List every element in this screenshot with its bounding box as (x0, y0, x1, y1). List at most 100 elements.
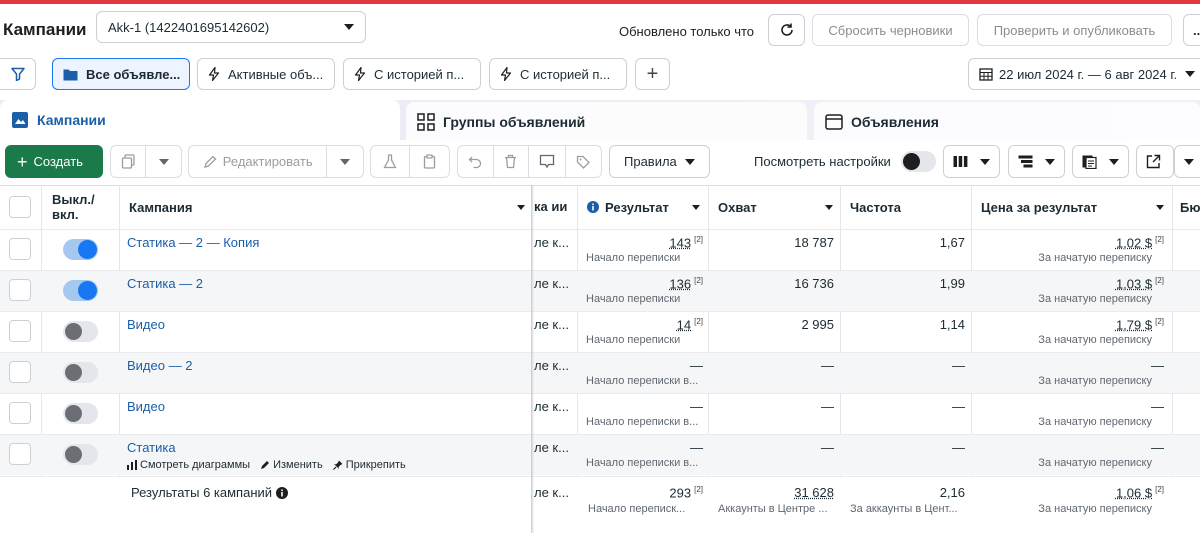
columns-button[interactable] (943, 145, 1000, 178)
date-range-picker[interactable]: 22 июл 2024 г. — 6 авг 2024 г. (968, 58, 1200, 90)
frequency-value: — (952, 358, 965, 373)
tab-adsets[interactable]: Группы объявлений (406, 102, 807, 142)
campaign-toggle[interactable] (63, 321, 98, 342)
test-group (370, 145, 450, 178)
date-range-label: 22 июл 2024 г. — 6 авг 2024 г. (999, 66, 1178, 82)
view-tab-active-ads[interactable]: Активные объ... (197, 58, 335, 90)
chevron-down-icon (158, 158, 169, 165)
cost-value: — (1151, 358, 1164, 373)
chevron-down-icon (1045, 158, 1055, 165)
cut-column-text: ле к... (534, 317, 569, 332)
tab-ads[interactable]: Объявления (814, 102, 1200, 142)
clipboard-button[interactable] (410, 146, 449, 177)
summary-result-value: 293 (669, 485, 692, 501)
result-type: Начало переписки в... (586, 375, 699, 387)
campaign-name-link[interactable]: Статика — 2 — Копия (127, 235, 259, 250)
result-value: — (690, 399, 703, 414)
tag-button[interactable] (566, 146, 602, 177)
campaign-name-link[interactable]: Видео — 2 (127, 358, 192, 373)
result-cell: 143 [2] (587, 235, 703, 250)
campaign-toggle[interactable] (63, 280, 98, 301)
edit-link[interactable]: Изменить (260, 459, 323, 471)
column-header-frequency[interactable]: Частота (850, 186, 965, 228)
frozen-column-shadow (531, 185, 534, 533)
more-button[interactable]: ... (1183, 14, 1200, 46)
delete-button[interactable] (494, 146, 529, 177)
campaign-toggle[interactable] (63, 362, 98, 383)
view-tab-all-ads[interactable]: Все объявле... (52, 58, 190, 90)
duplicate-button[interactable] (111, 146, 147, 177)
select-all-checkbox[interactable] (9, 196, 31, 218)
campaign-toggle[interactable] (63, 239, 98, 260)
account-select[interactable]: Akk-1 (1422401695142602) (96, 11, 366, 43)
toggle-knob (65, 405, 82, 422)
cut-column-text: ле к... (534, 399, 569, 414)
create-button[interactable]: + Создать (5, 145, 103, 178)
summary-result: 293 [2] (587, 485, 703, 500)
view-settings-toggle[interactable] (901, 151, 936, 172)
cost-type: За начатую переписку (1038, 416, 1152, 428)
view-tab-history-1[interactable]: С историей п... (343, 58, 481, 90)
filter-button[interactable] (0, 58, 36, 90)
row-checkbox[interactable] (9, 320, 31, 342)
reports-button[interactable] (1072, 145, 1129, 178)
add-view-button[interactable]: + (635, 58, 670, 90)
preview-button[interactable] (529, 146, 566, 177)
column-header-budget[interactable]: Бюд (1180, 186, 1200, 228)
pin-link[interactable]: Прикрепить (332, 459, 406, 471)
row-checkbox[interactable] (9, 279, 31, 301)
column-header-cut[interactable]: ка ии (534, 186, 574, 228)
summary-cut-text: ле к... (534, 485, 569, 500)
row-checkbox[interactable] (9, 238, 31, 260)
reset-drafts-button[interactable]: Сбросить черновики (812, 14, 969, 46)
result-cell: 136 [2] (587, 276, 703, 291)
cost-cell: — (981, 440, 1164, 455)
export-button[interactable] (1136, 145, 1174, 178)
column-header-cost[interactable]: Цена за результат (981, 186, 1164, 228)
row-checkbox[interactable] (9, 402, 31, 424)
result-cell: — (587, 399, 703, 414)
view-tab-history-2[interactable]: С историей п... (489, 58, 627, 90)
review-publish-button[interactable]: Проверить и опубликовать (977, 14, 1172, 46)
row-checkbox[interactable] (9, 361, 31, 383)
edit-menu-button[interactable] (327, 146, 363, 177)
edit-group: Редактировать (188, 145, 364, 178)
export-menu-button[interactable] (1174, 145, 1200, 178)
campaign-name-link[interactable]: Видео (127, 399, 165, 414)
result-type: Начало переписки в... (586, 416, 699, 428)
frequency-value: 1,14 (939, 317, 965, 332)
column-header-result[interactable]: Результат (587, 186, 700, 228)
view-charts-label: Смотреть диаграммы (140, 459, 251, 471)
footnote-marker: [2] (1155, 276, 1164, 285)
rules-button[interactable]: Правила (609, 145, 710, 178)
plus-icon: + (17, 151, 28, 172)
tab-campaigns[interactable]: Кампании (0, 100, 400, 140)
campaign-name-link[interactable]: Статика (127, 440, 176, 455)
view-tab-label: С историей п... (520, 66, 611, 82)
column-header-label: Охват (718, 199, 757, 215)
clipboard-icon (423, 154, 436, 169)
cut-column-text: ле к... (534, 235, 569, 250)
column-header-campaign[interactable]: Кампания (129, 186, 525, 228)
chevron-down-icon (1156, 204, 1164, 210)
campaign-name-link[interactable]: Видео (127, 317, 165, 332)
campaign-toggle[interactable] (63, 444, 98, 465)
campaign-toggle[interactable] (63, 403, 98, 424)
view-charts-link[interactable]: Смотреть диаграммы (127, 459, 250, 471)
column-header-toggle[interactable]: Выкл./ вкл. (52, 186, 118, 228)
row-checkbox[interactable] (9, 443, 31, 465)
footnote-marker: [2] (1155, 235, 1164, 244)
cost-cell: 1,02 $ [2] (981, 235, 1164, 250)
refresh-button[interactable] (768, 14, 805, 46)
breakdown-button[interactable] (1008, 145, 1065, 178)
cost-type: За начатую переписку (1038, 334, 1152, 346)
undo-button[interactable] (458, 146, 494, 177)
column-header-reach[interactable]: Охват (718, 186, 833, 228)
duplicate-menu-button[interactable] (146, 146, 181, 177)
undo-icon (468, 156, 482, 168)
summary-cost: 1,06 $ [2] (981, 485, 1164, 500)
info-icon (587, 201, 599, 213)
ab-test-button[interactable] (371, 146, 411, 177)
campaign-name-link[interactable]: Статика — 2 (127, 276, 203, 291)
edit-button[interactable]: Редактировать (189, 146, 328, 177)
